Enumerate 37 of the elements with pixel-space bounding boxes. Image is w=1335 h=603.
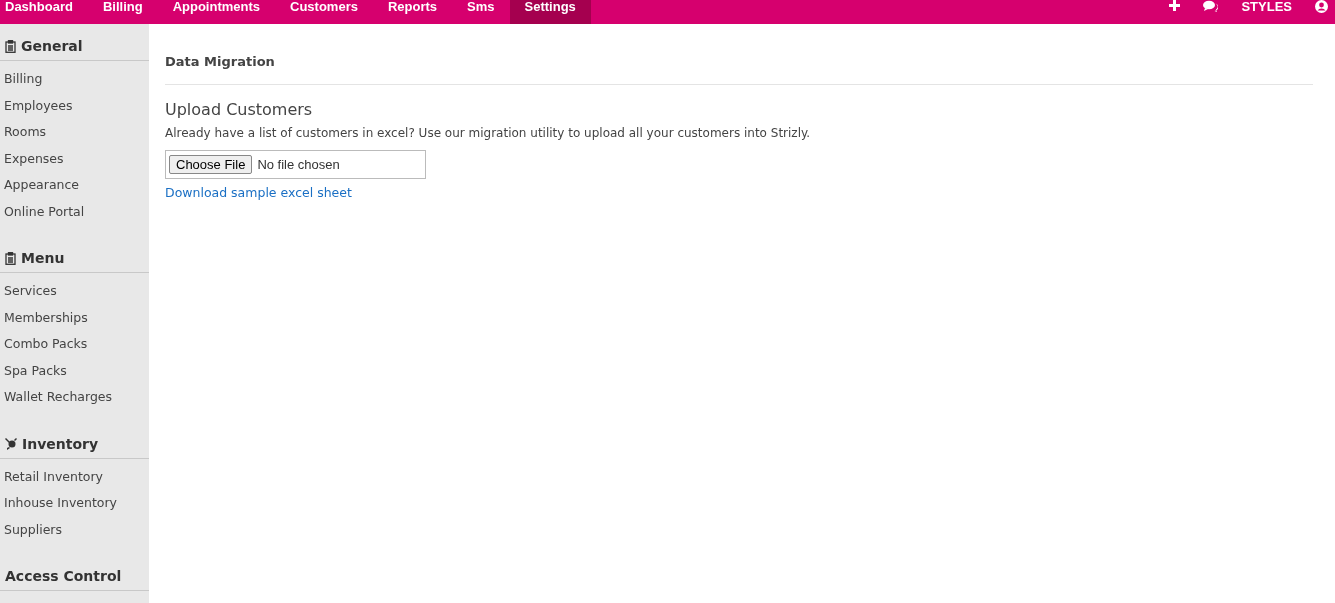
sidebar-item[interactable]: Rooms	[0, 122, 149, 149]
sidebar-item[interactable]: Retail Inventory	[0, 466, 149, 493]
sidebar-item[interactable]: Inhouse Inventory	[0, 493, 149, 520]
sidebar-item[interactable]: Combo Packs	[0, 334, 149, 361]
plus-icon	[1169, 0, 1181, 11]
clipboard-icon	[5, 251, 16, 265]
nav-tab[interactable]: Sms	[452, 0, 510, 24]
sidebar-item[interactable]: Spa Packs	[0, 360, 149, 387]
sidebar-item[interactable]: Employees	[0, 95, 149, 122]
sidebar-item[interactable]: Billing	[0, 69, 149, 96]
sidebar-item[interactable]: Memberships	[0, 307, 149, 334]
chat-icon	[1203, 0, 1219, 12]
styles-link[interactable]: STYLES	[1241, 0, 1292, 14]
sidebar-item[interactable]: Expenses	[0, 148, 149, 175]
nav-tab[interactable]: Dashboard	[0, 0, 88, 24]
nav-tab[interactable]: Reports	[372, 0, 453, 24]
clipboard-icon	[5, 39, 16, 53]
sidebar-item[interactable]: Suppliers	[0, 519, 149, 546]
section-heading: Inventory	[22, 435, 99, 452]
section-heading: Menu	[21, 250, 65, 266]
nav-tab[interactable]: Billing	[87, 0, 158, 24]
nav-tab[interactable]: Settings	[509, 0, 591, 24]
file-input-field[interactable]: Choose File No file chosen	[165, 150, 426, 179]
file-status-text: No file chosen	[257, 157, 340, 172]
page-title: Data Migration	[165, 54, 1313, 85]
section-title: Upload Customers	[165, 100, 314, 119]
description-text: Already have a list of customers in excel? Use our migration utility to upload all your customers into Strizly.	[165, 126, 812, 140]
section-heading: Access Control	[5, 568, 122, 584]
sidebar-item[interactable]: Services	[0, 281, 149, 308]
sidebar-item[interactable]: Appearance	[0, 175, 149, 202]
nav-tab[interactable]: Appointments	[157, 0, 275, 24]
sidebar-item[interactable]: Wallet Recharges	[0, 387, 149, 414]
nav-tab[interactable]: Customers	[275, 0, 373, 24]
download-link[interactable]: Download sample excel sheet	[165, 185, 352, 200]
choose-file-button[interactable]: Choose File	[169, 155, 253, 174]
sidebar-item[interactable]: Online Portal	[0, 201, 149, 228]
section-heading: General	[21, 38, 83, 54]
